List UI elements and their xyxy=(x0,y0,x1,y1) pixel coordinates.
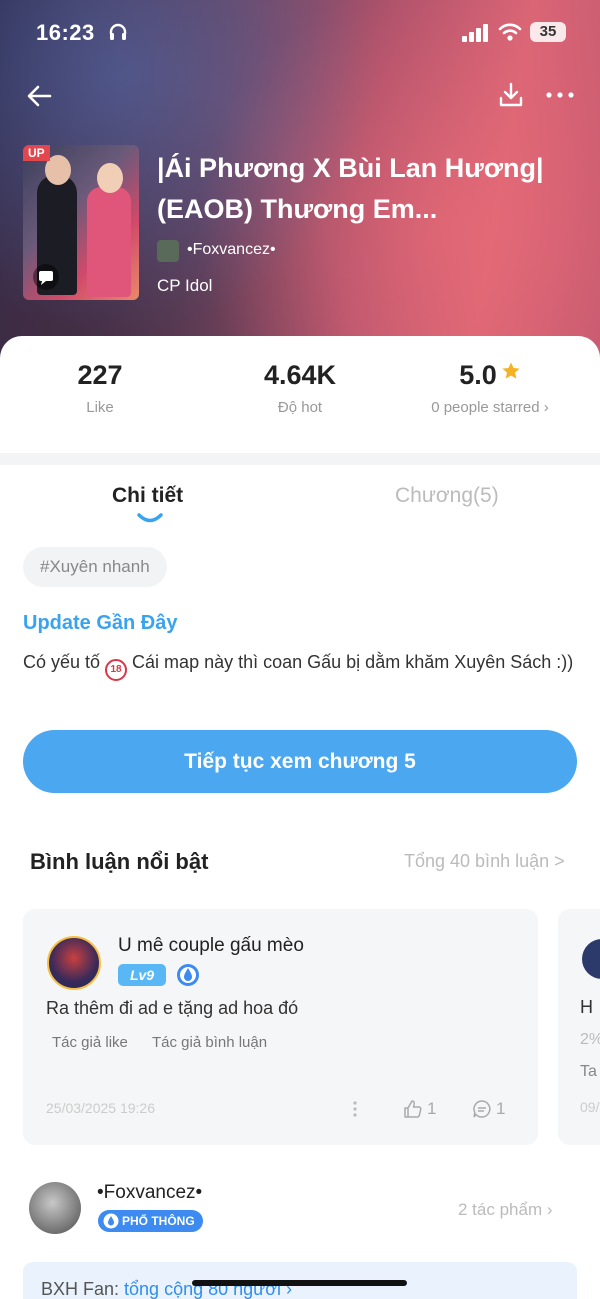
cellular-signal-icon xyxy=(462,24,488,42)
level-badge: Lv9 xyxy=(118,964,166,986)
commenter-name[interactable]: U mê couple gấu mèo xyxy=(118,935,304,957)
stat-likes-label: Like xyxy=(86,399,114,416)
cover-figure-right xyxy=(87,187,131,297)
comment-date: 25/03/2025 19:26 xyxy=(46,1100,155,1116)
comment-like-count: 1 xyxy=(427,1099,437,1118)
stat-rating-label: 0 people starred › xyxy=(431,399,549,416)
download-icon[interactable] xyxy=(496,80,526,110)
age-18-icon: 18 xyxy=(105,659,128,681)
reply-bubble-icon[interactable] xyxy=(472,1099,492,1119)
author-mini-avatar[interactable] xyxy=(157,240,179,262)
author-avatar[interactable] xyxy=(29,1182,81,1234)
status-bar: 16:23 35 xyxy=(0,18,600,48)
genre-tag[interactable]: #Xuyên nhanh xyxy=(23,547,167,587)
stat-hot-label: Độ hot xyxy=(277,399,323,416)
comment-text: Ra thêm đi ad e tặng ad hoa đó xyxy=(46,998,299,1018)
comment-peek-tag: 2% xyxy=(580,1031,600,1048)
continue-reading-button[interactable]: Tiếp tục xem chương 5 xyxy=(23,730,577,793)
stat-rating[interactable]: 5.0 0 people starred › xyxy=(390,360,590,416)
comment-tag-author-liked: Tác giả like xyxy=(52,1034,128,1051)
author-name[interactable]: •Foxvancez• xyxy=(97,1182,202,1204)
stat-likes: 227 Like xyxy=(0,360,200,416)
status-time: 16:23 xyxy=(36,20,95,45)
battery-indicator: 35 xyxy=(530,22,566,42)
chat-bubble-icon xyxy=(33,264,59,290)
cover-figure-right-head xyxy=(97,163,123,193)
stat-hot: 4.64K Độ hot xyxy=(200,360,400,416)
thumbs-up-icon[interactable] xyxy=(403,1099,423,1119)
more-options-icon[interactable] xyxy=(544,82,576,108)
stat-rating-value-row: 5.0 xyxy=(390,360,590,391)
tab-chapters[interactable]: Chương(5) xyxy=(395,484,499,508)
wifi-icon xyxy=(498,23,522,41)
membership-badge-label: PHỔ THÔNG xyxy=(122,1214,195,1228)
vertical-dots-icon[interactable] xyxy=(350,1100,360,1118)
comment-peek-date: 09/ xyxy=(580,1099,600,1115)
book-title: |Ái Phương X Bùi Lan Hương| (EAOB) Thươn… xyxy=(157,153,544,224)
content-sheet xyxy=(0,336,600,1299)
tab-active-indicator xyxy=(137,513,163,523)
back-arrow-icon[interactable] xyxy=(24,80,56,112)
comments-section-title: Bình luận nổi bật xyxy=(30,849,209,874)
comment-peek-tag2: Ta xyxy=(580,1063,597,1080)
author-works-link[interactable]: 2 tác phẩm › xyxy=(458,1200,553,1220)
book-cover[interactable]: UP xyxy=(23,145,139,300)
comment-peek-text: H xyxy=(580,997,593,1017)
tab-detail[interactable]: Chi tiết xyxy=(112,484,183,508)
book-genre[interactable]: CP Idol xyxy=(157,276,212,296)
fan-ranking-label: BXH Fan: xyxy=(41,1279,125,1299)
up-badge: UP xyxy=(23,145,50,161)
stat-hot-value: 4.64K xyxy=(263,360,337,390)
stat-rating-value: 5.0 xyxy=(459,360,497,390)
comment-card-next[interactable]: H 2% Ta 09/ xyxy=(558,909,600,1145)
water-drop-badge-icon xyxy=(177,964,199,986)
home-indicator[interactable] xyxy=(192,1280,407,1286)
star-icon xyxy=(502,362,520,379)
water-drop-icon xyxy=(103,1213,119,1229)
update-text: Có yếu tố 18 Cái map này thì coan Gấu bị… xyxy=(23,648,583,681)
all-comments-link[interactable]: Tổng 40 bình luận > xyxy=(404,851,565,872)
comment-peek-avatar xyxy=(582,939,600,979)
commenter-avatar[interactable] xyxy=(47,936,101,990)
update-text-before: Có yếu tố xyxy=(23,652,106,672)
update-title: Update Gần Đây xyxy=(23,612,178,634)
book-author[interactable]: •Foxvancez• xyxy=(187,241,276,259)
update-text-after: Cái map này thì coan Gấu bị dằm khăm Xuy… xyxy=(127,652,574,672)
comment-reply-count: 1 xyxy=(496,1099,506,1118)
headphone-icon xyxy=(109,23,127,40)
membership-badge: PHỔ THÔNG xyxy=(98,1210,203,1232)
section-divider xyxy=(0,453,600,465)
stat-likes-value: 227 xyxy=(77,360,123,390)
comment-tag-author-replied: Tác giả bình luận xyxy=(152,1034,268,1051)
